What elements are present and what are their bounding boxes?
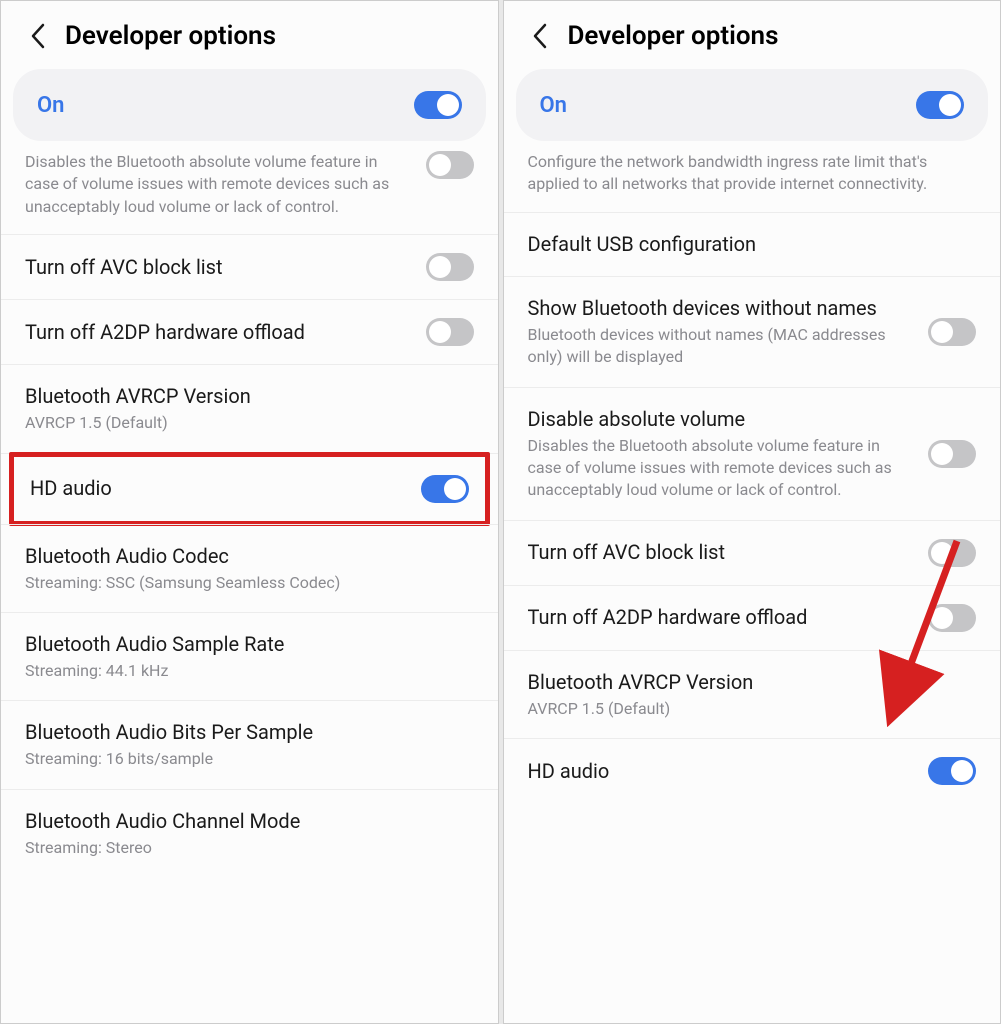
toggle-a2dp-offload[interactable] bbox=[426, 318, 474, 346]
toggle-disable-absolute-volume-partial[interactable] bbox=[426, 151, 474, 179]
row-bt-channel-mode[interactable]: Bluetooth Audio Channel Mode Streaming: … bbox=[1, 790, 498, 877]
right-screen: Developer options On Configure the netwo… bbox=[503, 0, 1001, 1024]
row-bt-audio-codec[interactable]: Bluetooth Audio Codec Streaming: SSC (Sa… bbox=[1, 524, 498, 613]
row-avc-block-list[interactable]: Turn off AVC block list bbox=[1, 235, 498, 300]
row-bt-sample-rate[interactable]: Bluetooth Audio Sample Rate Streaming: 4… bbox=[1, 613, 498, 701]
master-toggle[interactable] bbox=[916, 91, 964, 119]
toggle-disable-absolute-volume[interactable] bbox=[928, 440, 976, 468]
row-avrcp-version[interactable]: Bluetooth AVRCP Version AVRCP 1.5 (Defau… bbox=[1, 365, 498, 453]
page-title: Developer options bbox=[65, 21, 276, 51]
master-toggle-label: On bbox=[37, 93, 64, 118]
page-title: Developer options bbox=[568, 21, 779, 51]
header: Developer options bbox=[504, 1, 1001, 69]
row-bt-bits-per-sample[interactable]: Bluetooth Audio Bits Per Sample Streamin… bbox=[1, 701, 498, 789]
row-usb-config[interactable]: Default USB configuration bbox=[504, 213, 1001, 277]
row-hd-audio[interactable]: HD audio bbox=[14, 457, 485, 521]
toggle-avc-block-list[interactable] bbox=[426, 253, 474, 281]
row-avc-block-list[interactable]: Turn off AVC block list bbox=[504, 521, 1001, 586]
toggle-bt-no-names[interactable] bbox=[928, 318, 976, 346]
toggle-avc-block-list[interactable] bbox=[928, 539, 976, 567]
row-a2dp-offload[interactable]: Turn off A2DP hardware offload bbox=[504, 586, 1001, 651]
settings-list: Disables the Bluetooth absolute volume f… bbox=[1, 151, 498, 1023]
settings-list: Configure the network bandwidth ingress … bbox=[504, 151, 1001, 1023]
row-hd-audio[interactable]: HD audio bbox=[504, 739, 1001, 803]
back-button[interactable] bbox=[528, 24, 552, 48]
chevron-left-icon bbox=[532, 23, 547, 49]
left-screen: Developer options On Disables the Blueto… bbox=[0, 0, 499, 1024]
partial-row-top: Configure the network bandwidth ingress … bbox=[504, 151, 1001, 213]
row-a2dp-offload[interactable]: Turn off A2DP hardware offload bbox=[1, 300, 498, 365]
toggle-a2dp-offload[interactable] bbox=[928, 604, 976, 632]
toggle-hd-audio[interactable] bbox=[928, 757, 976, 785]
master-toggle[interactable] bbox=[414, 91, 462, 119]
highlight-hd-audio: HD audio bbox=[9, 452, 490, 526]
master-toggle-bar[interactable]: On bbox=[516, 69, 989, 141]
toggle-hd-audio[interactable] bbox=[421, 475, 469, 503]
header: Developer options bbox=[1, 1, 498, 69]
chevron-left-icon bbox=[30, 23, 45, 49]
partial-row-top: Disables the Bluetooth absolute volume f… bbox=[1, 151, 498, 235]
master-toggle-bar[interactable]: On bbox=[13, 69, 486, 141]
master-toggle-label: On bbox=[540, 93, 567, 118]
row-disable-absolute-volume[interactable]: Disable absolute volume Disables the Blu… bbox=[504, 388, 1001, 521]
row-bt-no-names[interactable]: Show Bluetooth devices without names Blu… bbox=[504, 277, 1001, 388]
row-avrcp-version[interactable]: Bluetooth AVRCP Version AVRCP 1.5 (Defau… bbox=[504, 651, 1001, 739]
back-button[interactable] bbox=[25, 24, 49, 48]
